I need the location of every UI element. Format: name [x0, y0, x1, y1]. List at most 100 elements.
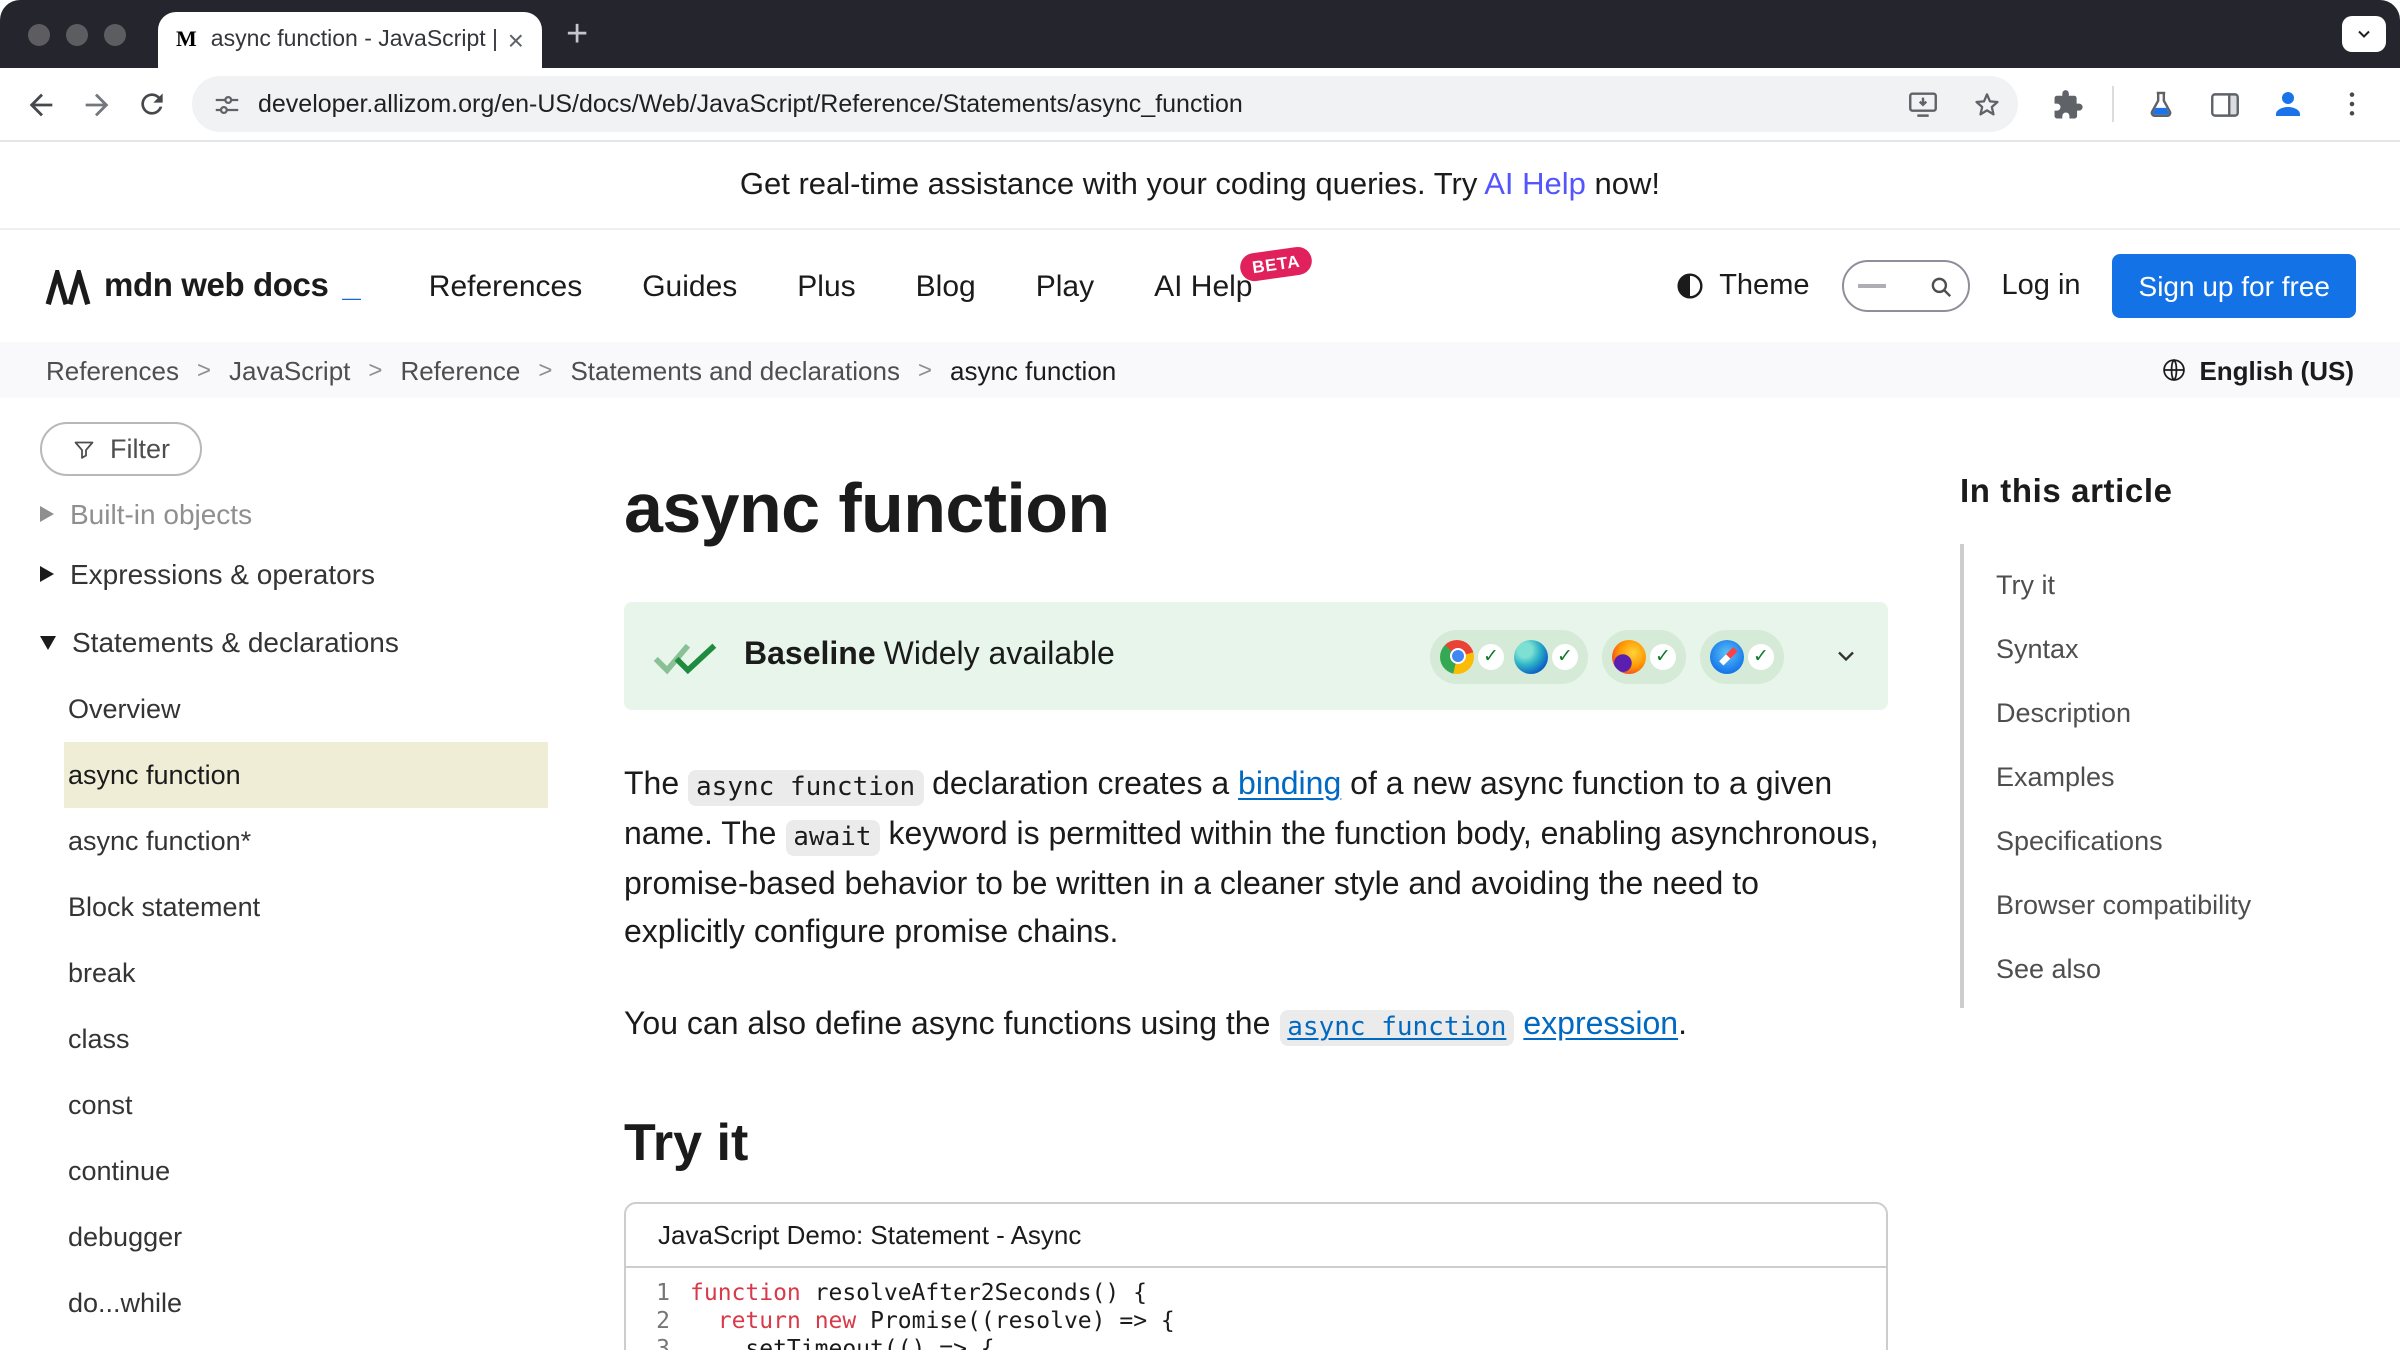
toc-item: Examples — [1964, 744, 2400, 808]
theme-toggle[interactable]: Theme — [1673, 270, 1809, 302]
tab-search-button[interactable] — [2342, 16, 2386, 52]
sidebar-item-continue[interactable]: continue — [64, 1138, 548, 1204]
toc-item: Description — [1964, 680, 2400, 744]
toc-link-description[interactable]: Description — [1964, 697, 2131, 727]
toc-link-try-it[interactable]: Try it — [1964, 569, 2055, 599]
breadcrumb-separator: > — [368, 356, 382, 384]
sidebar-item-const[interactable]: const — [64, 1072, 548, 1138]
binding-link[interactable]: binding — [1238, 768, 1341, 802]
toc-link-syntax[interactable]: Syntax — [1964, 633, 2079, 663]
nav-ai-help[interactable]: AI HelpBETA — [1154, 269, 1252, 303]
login-link[interactable]: Log in — [2002, 270, 2081, 302]
back-button[interactable] — [12, 76, 68, 132]
forward-button[interactable] — [68, 76, 124, 132]
sidebar-item-debugger[interactable]: debugger — [64, 1204, 548, 1270]
baseline-expand-chevron-icon[interactable] — [1832, 642, 1860, 670]
chrome-support: ✓ — [1440, 639, 1504, 673]
zoom-window-button[interactable] — [104, 23, 126, 45]
chevron-down-icon — [2354, 24, 2374, 44]
sidebar-section-statements-declarations[interactable]: Statements & declarations — [40, 608, 600, 676]
signup-button[interactable]: Sign up for free — [2113, 254, 2356, 318]
url-text[interactable]: developer.allizom.org/en-US/docs/Web/Jav… — [258, 90, 1882, 118]
toc-item: Specifications — [1964, 808, 2400, 872]
toc: In this article Try itSyntaxDescriptionE… — [1920, 398, 2400, 1350]
browser-support-pill: ✓ — [1602, 629, 1686, 683]
breadcrumb-item-statements-and-declarations[interactable]: Statements and declarations — [570, 355, 900, 385]
sidebar-item-async-function[interactable]: async function — [64, 742, 548, 808]
sidebar-item-class[interactable]: class — [64, 1006, 548, 1072]
nav-plus[interactable]: Plus — [797, 269, 855, 303]
sidebar-section-built-in-objects[interactable]: Built-in objects — [40, 488, 600, 540]
browser-tab[interactable]: M async function - JavaScript | × — [158, 12, 542, 68]
experiments-flask-icon[interactable] — [2132, 76, 2188, 132]
profile-avatar-icon[interactable] — [2260, 76, 2316, 132]
sidebar-item-overview[interactable]: Overview — [64, 676, 548, 742]
site-header: mdn web docs_ References Guides Plus Blog Pl… — [0, 230, 2400, 342]
nav-play[interactable]: Play — [1036, 269, 1094, 303]
site-settings-icon[interactable] — [212, 89, 242, 119]
sidebar-item-async-function[interactable]: async function* — [64, 808, 548, 874]
demo-code[interactable]: 1function resolveAfter2Seconds() {2 retu… — [626, 1268, 1886, 1350]
install-icon[interactable] — [1898, 80, 1946, 128]
filter-button[interactable]: Filter — [40, 422, 202, 476]
search-icon[interactable] — [1928, 273, 1954, 299]
article: async function BaselineWidely available … — [600, 398, 1920, 1350]
async-function-expression-code-link[interactable]: async function — [1279, 1009, 1514, 1045]
breadcrumb-item-references[interactable]: References — [46, 355, 179, 385]
breadcrumb-item-reference[interactable]: Reference — [400, 355, 520, 385]
breadcrumb-item-async-function[interactable]: async function — [950, 355, 1116, 385]
extensions-icon[interactable] — [2038, 76, 2094, 132]
breadcrumb-bar: References>JavaScript>Reference>Statemen… — [0, 342, 2400, 398]
sidebar-item-break[interactable]: break — [64, 940, 548, 1006]
tab-title: async function - JavaScript | — [211, 28, 496, 52]
address-bar[interactable]: developer.allizom.org/en-US/docs/Web/Jav… — [192, 76, 2018, 132]
nav-blog[interactable]: Blog — [916, 269, 976, 303]
ai-help-link[interactable]: AI Help — [1484, 167, 1586, 201]
search-input[interactable] — [1842, 260, 1970, 312]
check-icon: ✓ — [1748, 643, 1774, 669]
new-tab-button[interactable]: + — [566, 15, 588, 53]
mdn-logo[interactable]: mdn web docs_ — [44, 267, 361, 305]
check-icon: ✓ — [1552, 643, 1578, 669]
breadcrumb-item-javascript[interactable]: JavaScript — [229, 355, 350, 385]
nav-guides[interactable]: Guides — [642, 269, 737, 303]
nav-references[interactable]: References — [429, 269, 582, 303]
toc-link-specifications[interactable]: Specifications — [1964, 825, 2163, 855]
window-controls — [28, 23, 126, 45]
safari-icon — [1710, 639, 1744, 673]
browser-support-pill: ✓✓ — [1430, 629, 1588, 683]
language-selector[interactable]: English (US) — [2159, 355, 2354, 385]
tab-close-icon[interactable]: × — [508, 26, 524, 54]
mdn-logo-cursor: _ — [342, 267, 360, 305]
sidebar-item-do-while[interactable]: do...while — [64, 1270, 548, 1336]
sidebar-item-block-statement[interactable]: Block statement — [64, 874, 548, 940]
breadcrumb-separator: > — [197, 356, 211, 384]
edge-icon — [1514, 639, 1548, 673]
header-actions: Theme Log in Sign up for free — [1673, 254, 2356, 318]
mdn-favicon-icon: M — [176, 28, 197, 52]
sidebar-item-empty-statement[interactable]: Empty statement — [64, 1336, 548, 1350]
tryit-heading: Try it — [624, 1112, 1888, 1174]
firefox-support: ✓ — [1612, 639, 1676, 673]
expand-triangle-icon — [40, 566, 54, 582]
reload-button[interactable] — [124, 76, 180, 132]
browser-menu-icon[interactable] — [2324, 76, 2380, 132]
inline-code: await — [785, 819, 879, 855]
toolbar-separator — [2112, 86, 2114, 122]
toc-link-see-also[interactable]: See also — [1964, 953, 2101, 983]
bookmark-star-icon[interactable] — [1962, 80, 2010, 128]
toolbar-actions — [2030, 76, 2388, 132]
toc-item: Try it — [1964, 552, 2400, 616]
firefox-icon — [1612, 639, 1646, 673]
async-function-expression-link[interactable]: expression — [1523, 1008, 1678, 1042]
code-line: 2 return new Promise((resolve) => { — [626, 1308, 1886, 1336]
demo-title: JavaScript Demo: Statement - Async — [626, 1204, 1886, 1268]
toc-link-examples[interactable]: Examples — [1964, 761, 2115, 791]
close-window-button[interactable] — [28, 23, 50, 45]
toc-link-browser-compatibility[interactable]: Browser compatibility — [1964, 889, 2251, 919]
minimize-window-button[interactable] — [66, 23, 88, 45]
chrome-icon — [1440, 639, 1474, 673]
check-icon: ✓ — [1650, 643, 1676, 669]
side-panel-icon[interactable] — [2196, 76, 2252, 132]
sidebar-section-expressions-operators[interactable]: Expressions & operators — [40, 540, 600, 608]
